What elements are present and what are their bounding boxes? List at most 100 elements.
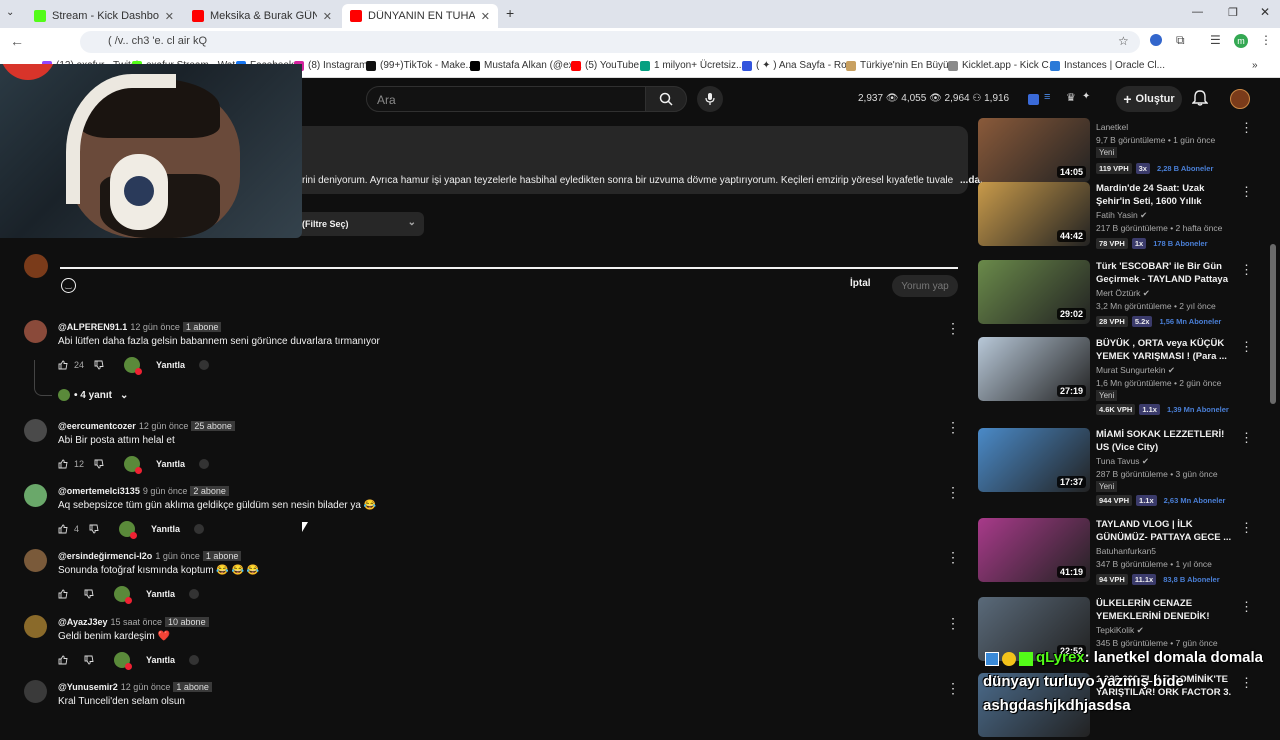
bookmark-youtube[interactable]: (5) YouTube [571,60,639,71]
video-more-icon[interactable]: ⋮ [1240,520,1253,536]
commenter-handle[interactable]: @AyazJ3ey [58,617,107,627]
like-icon[interactable] [58,360,68,370]
cancel-button[interactable]: İptal [850,278,871,289]
reply-button[interactable]: Yanıtla [146,589,175,599]
video-more-icon[interactable]: ⋮ [1240,120,1253,136]
close-icon[interactable]: ✕ [165,10,174,23]
video-title[interactable]: Mardin'de 24 Saat: Uzak Şehir'in Seti, 1… [1096,182,1232,208]
reply-button[interactable]: Yanıtla [151,524,180,534]
video-channel[interactable]: Fatih Yasin ✔ [1096,210,1147,221]
scrollbar[interactable] [1270,244,1276,404]
profile-avatar[interactable]: m [1234,34,1248,48]
like-icon[interactable] [58,589,68,599]
video-more-icon[interactable]: ⋮ [1240,430,1253,446]
account-avatar[interactable] [1230,89,1250,109]
video-thumbnail[interactable]: 27:19 [978,337,1090,401]
video-more-icon[interactable]: ⋮ [1240,339,1253,355]
close-icon[interactable]: ✕ [323,10,332,23]
video-thumbnail[interactable]: 14:05 [978,118,1090,182]
minimize-icon[interactable]: — [1192,6,1203,18]
comment-filter-dropdown[interactable]: (Filtre Seç) ⌄ [300,212,424,236]
sparkle-icon[interactable]: ✦ [1082,91,1090,102]
video-channel[interactable]: TepkiKolik ✔ [1096,625,1144,636]
view-replies-button[interactable]: • 4 yanıt ⌄ [58,389,128,401]
like-icon[interactable] [58,459,68,469]
comment-more-icon[interactable]: ⋮ [946,320,960,337]
commenter-avatar[interactable] [24,419,47,442]
trophy-icon[interactable]: ♛ [1066,91,1076,104]
reply-button[interactable]: Yanıtla [146,655,175,665]
comment-input[interactable] [60,267,958,269]
tab-dunyanin[interactable]: DÜNYANIN EN TUHAF YEMEKL ✕ [342,4,498,28]
commenter-avatar[interactable] [24,320,47,343]
bookmark-kicklet[interactable]: Kicklet.app - Kick C... [948,60,1057,71]
comment-time[interactable]: 15 saat önce [110,617,162,627]
bookmark-tiktok[interactable]: (99+)TikTok - Make... [366,60,474,71]
tab-kick-dashboard[interactable]: Stream - Kick Dashboard ✕ [26,4,182,28]
video-title[interactable]: Türk 'ESCOBAR' ile Bir Gün Geçirmek - TA… [1096,260,1232,286]
video-thumbnail[interactable]: 17:37 [978,428,1090,492]
dislike-icon[interactable] [94,459,104,469]
related-video-item[interactable]: 14:05 Lanetkel 9,7 B görüntüleme • 1 gün ö… [978,118,1256,184]
puzzle-icon[interactable]: ⧉ [1176,33,1185,48]
comment-more-icon[interactable]: ⋮ [946,484,960,501]
translate-icon[interactable] [194,524,205,534]
notifications-bell-icon[interactable] [1191,89,1209,112]
new-tab-button[interactable]: + [506,5,514,21]
video-channel[interactable]: Murat Sungurtekin ✔ [1096,365,1175,376]
related-video-item[interactable]: 27:19 BÜYÜK , ORTA veya KÜÇÜK YEMEK YARIŞ… [978,337,1256,415]
related-video-item[interactable]: 17:37 MİAMİ SOKAK LEZZETLERİ! US (Vice Ci… [978,428,1256,506]
list-icon[interactable]: ≡ [1044,91,1050,103]
commenter-avatar[interactable] [24,549,47,572]
reply-button[interactable]: Yanıtla [156,459,185,469]
commenter-handle[interactable]: @ersindeğirmenci-l2o [58,551,152,561]
post-comment-button[interactable]: Yorum yap [892,275,958,297]
close-icon[interactable]: ✕ [481,10,490,23]
emoji-icon[interactable]: ‿ [61,278,76,293]
maximize-icon[interactable]: ❐ [1228,6,1238,19]
video-title[interactable]: BÜYÜK , ORTA veya KÜÇÜK YEMEK YARIŞMASI … [1096,337,1232,363]
tab-meksika[interactable]: Meksika & Burak GÜNCÜ # Aşı ✕ [184,4,340,28]
video-more-icon[interactable]: ⋮ [1240,262,1253,278]
menu-icon[interactable]: ⋮ [1260,33,1272,47]
video-channel[interactable]: Tuna Tavus ✔ [1096,456,1149,467]
dislike-icon[interactable] [84,589,94,599]
reading-list-icon[interactable]: ☰ [1210,33,1221,47]
video-title[interactable]: TAYLAND VLOG | İLK GÜNÜMÜZ- PATTAYA GECE… [1096,518,1232,544]
bookmark-instagram[interactable]: (8) Instagram [294,60,367,71]
commenter-avatar[interactable] [24,484,47,507]
translate-icon[interactable] [199,360,210,370]
video-thumbnail[interactable]: 41:19 [978,518,1090,582]
video-more-icon[interactable]: ⋮ [1240,184,1253,200]
video-title[interactable]: ÜLKELERİN CENAZE YEMEKLERİNİ DENEDİK! [1096,597,1232,623]
extension-badge-icon[interactable] [1028,94,1039,105]
bookmark-turkiye[interactable]: Türkiye'nin En Büyü... [846,60,957,71]
related-video-item[interactable]: 44:42 Mardin'de 24 Saat: Uzak Şehir'in Se… [978,182,1256,249]
comment-time[interactable]: 12 gün önce [130,322,180,332]
dislike-icon[interactable] [89,524,99,534]
extension-icon[interactable] [1150,34,1162,46]
search-input[interactable]: Ara [366,86,646,112]
like-icon[interactable] [58,655,68,665]
commenter-handle[interactable]: @omertemelci3135 [58,486,140,496]
comment-time[interactable]: 12 gün önce [121,682,171,692]
search-button[interactable] [645,86,687,112]
commenter-handle[interactable]: @ALPEREN91.1 [58,322,127,332]
video-thumbnail[interactable]: 44:42 [978,182,1090,246]
like-icon[interactable] [58,524,68,534]
dislike-icon[interactable] [84,655,94,665]
comment-more-icon[interactable]: ⋮ [946,549,960,566]
video-title[interactable]: MİAMİ SOKAK LEZZETLERİ! US (Vice City) [1096,428,1232,454]
tab-search-icon[interactable]: ⌄ [6,7,14,18]
video-channel[interactable]: Lanetkel [1096,122,1128,132]
video-more-icon[interactable]: ⋮ [1240,599,1253,615]
bookmark-ana-sayfa[interactable]: ( ✦ ) Ana Sayfa - Ro... [742,60,855,71]
commenter-handle[interactable]: @Yunusemir2 [58,682,118,692]
commenter-avatar[interactable] [24,615,47,638]
translate-icon[interactable] [199,459,210,469]
bookmarks-overflow-icon[interactable]: » [1252,60,1258,71]
comment-time[interactable]: 9 gün önce [143,486,188,496]
create-button[interactable]: + Oluştur [1116,86,1182,112]
video-thumbnail[interactable]: 29:02 [978,260,1090,324]
bookmark-x[interactable]: Mustafa Alkan (@ex... [470,60,582,71]
